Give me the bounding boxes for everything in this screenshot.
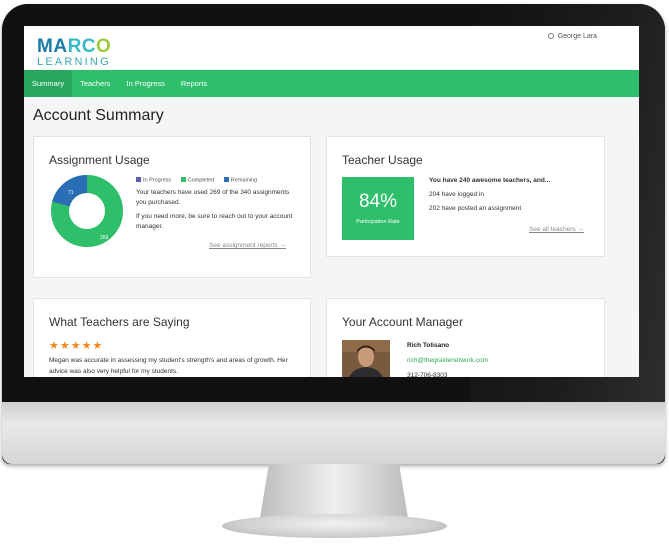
star-rating: ★★★★★ xyxy=(49,340,104,352)
assignment-donut-chart xyxy=(51,175,123,247)
teachers-logged-in: 204 have logged in xyxy=(429,191,484,198)
testimonials-card: What Teachers are Saying ★★★★★ Megan was… xyxy=(33,298,311,377)
account-manager-phone: 312-706-8303 xyxy=(407,372,448,377)
user-menu[interactable]: George Lara xyxy=(547,33,597,40)
nav-in-progress[interactable]: In Progress xyxy=(119,70,173,97)
legend-in-progress-swatch xyxy=(136,177,141,182)
participation-rate-box: 84% Participation Rate xyxy=(342,177,414,240)
user-icon xyxy=(547,33,554,39)
testimonials-title: What Teachers are Saying xyxy=(49,315,190,329)
nav-reports[interactable]: Reports xyxy=(173,70,215,97)
see-assignment-reports-link[interactable]: See assignment reports → xyxy=(209,242,286,249)
account-manager-card: Your Account Manager Rich Tolisano rich@… xyxy=(326,298,605,377)
screen: MARCO LEARNING George Lara Summary Teach… xyxy=(24,26,639,377)
logo-subtitle: LEARNING xyxy=(37,56,111,68)
account-manager-email-link[interactable]: rich@thegraidenetwork.com xyxy=(407,357,488,364)
teacher-usage-title: Teacher Usage xyxy=(342,153,423,167)
monitor-stand-base xyxy=(222,514,447,538)
assignment-usage-cta: If you need more, be sure to reach out t… xyxy=(136,213,293,230)
legend-completed-swatch xyxy=(180,177,186,182)
legend-completed-label: Completed xyxy=(187,177,215,184)
donut-completed-value: 269 xyxy=(100,235,109,241)
logo-wordmark: MARCO xyxy=(37,36,112,57)
teachers-posted: 202 have posted an assignment xyxy=(429,205,522,212)
account-manager-photo xyxy=(342,340,390,377)
legend-in-progress-label: In Progress xyxy=(143,177,172,184)
user-name: George Lara xyxy=(557,33,597,40)
donut-remaining-value: 71 xyxy=(68,190,74,196)
monitor-stand-neck xyxy=(260,464,408,518)
legend-remaining-label: Remaining xyxy=(230,177,258,184)
assignment-usage-summary: Your teachers have used 269 of the 340 a… xyxy=(136,189,290,206)
top-bar: MARCO LEARNING George Lara xyxy=(24,26,639,70)
teacher-usage-text: You have 240 awesome teachers, and... 20… xyxy=(429,177,550,219)
main-nav: Summary Teachers In Progress Reports xyxy=(24,70,639,97)
marco-learning-logo[interactable]: MARCO LEARNING xyxy=(37,37,111,68)
account-manager-name: Rich Tolisano xyxy=(407,342,450,349)
nav-summary[interactable]: Summary xyxy=(24,70,73,97)
see-all-teachers-link[interactable]: See all teachers → xyxy=(529,226,584,233)
page-title: Account Summary xyxy=(33,107,164,124)
teacher-count-headline: You have 240 awesome teachers, and... xyxy=(429,177,551,184)
assignment-usage-text: Your teachers have used 269 of the 340 a… xyxy=(136,188,301,236)
participation-rate-label: Participation Rate xyxy=(356,219,400,225)
teacher-usage-card: Teacher Usage 84% Participation Rate You… xyxy=(326,136,605,257)
legend-remaining-swatch xyxy=(223,177,229,182)
participation-rate-value: 84% xyxy=(358,191,398,212)
assignment-usage-card: Assignment Usage 71 269 In Progress Comp… xyxy=(33,136,311,278)
nav-teachers[interactable]: Teachers xyxy=(72,70,118,97)
monitor-chin xyxy=(2,402,665,464)
donut-legend: In Progress Completed Remaining xyxy=(136,177,257,184)
account-manager-title: Your Account Manager xyxy=(342,315,463,329)
manager-portrait xyxy=(342,340,390,377)
testimonial-quote: Megan was accurate in assessing my stude… xyxy=(49,357,288,375)
assignment-usage-title: Assignment Usage xyxy=(49,153,150,167)
